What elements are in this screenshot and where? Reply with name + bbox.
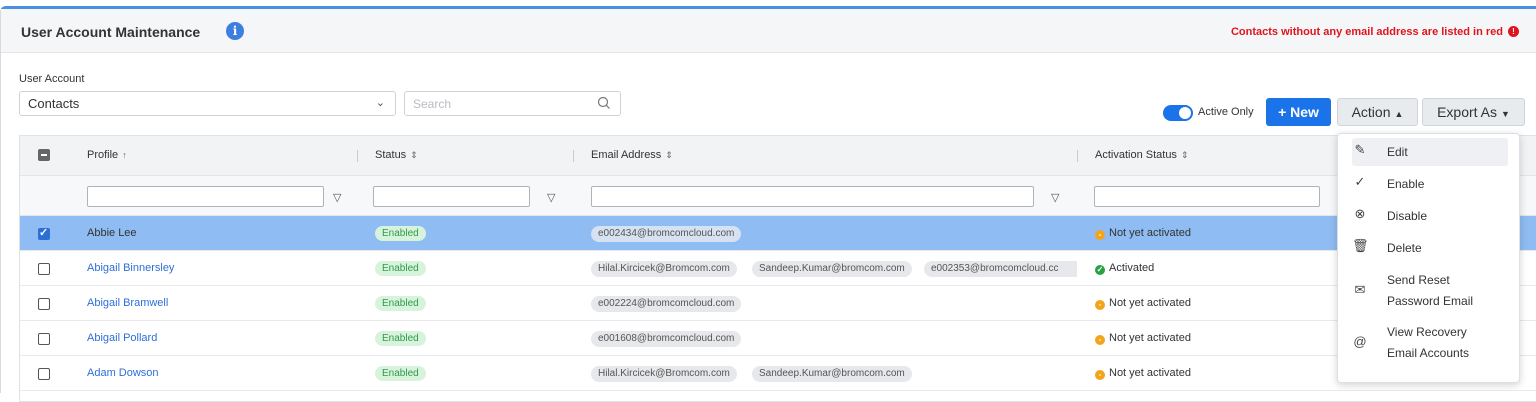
sort-icon: ⇕: [1180, 150, 1189, 160]
export-as-label: Export As: [1437, 104, 1497, 120]
action-button[interactable]: Action ▲: [1337, 98, 1418, 126]
chevron-up-icon: ▲: [1394, 109, 1404, 119]
profile-link[interactable]: Adam Dowson: [87, 367, 159, 379]
menu-item-enable[interactable]: ✓ Enable: [1352, 170, 1508, 198]
user-account-value: Contacts: [28, 96, 80, 111]
table-row[interactable]: Abigail Bramwell Enabled e002224@bromcom…: [20, 286, 1536, 321]
email-chip: Hilal.Kircicek@Bromcom.com: [591, 366, 737, 382]
profile-link[interactable]: Abigail Binnersley: [87, 262, 174, 274]
menu-item-disable[interactable]: ⊗ Disable: [1352, 202, 1508, 230]
main-panel: User Account Maintenance i Contacts with…: [0, 6, 1536, 402]
sort-icon: ⇕: [665, 150, 673, 160]
filter-icon[interactable]: ▽: [333, 191, 341, 204]
pending-icon: -: [1095, 300, 1105, 310]
row-checkbox[interactable]: [38, 368, 50, 380]
column-header-profile[interactable]: Profile ↑: [87, 149, 127, 161]
column-divider[interactable]: [357, 150, 358, 162]
column-header-status[interactable]: Status ⇕: [375, 149, 418, 161]
accounts-grid: Profile ↑ Status ⇕ Email Address ⇕ Activati…: [19, 135, 1536, 402]
status-filter-input[interactable]: [373, 186, 530, 207]
email-chip: Sandeep.Kumar@bromcom.com: [752, 366, 912, 382]
table-row[interactable]: Abigail Pollard Enabled e001608@bromcomc…: [20, 321, 1536, 356]
sort-icon: ⇕: [410, 150, 418, 160]
column-divider[interactable]: [1077, 150, 1078, 162]
export-as-button[interactable]: Export As ▼: [1422, 98, 1525, 126]
red-contacts-note: Contacts without any email address are l…: [1230, 26, 1503, 38]
column-divider[interactable]: [573, 150, 574, 162]
x-circle-icon: ⊗: [1354, 206, 1366, 221]
action-dropdown-menu: ✎ Edit ✓ Enable ⊗ Disable 🗑 Delete ✉ Sen…: [1337, 133, 1520, 383]
email-chip: Hilal.Kircicek@Bromcom.com: [591, 261, 737, 277]
status-badge: Enabled: [375, 366, 426, 381]
user-account-select[interactable]: Contacts ⌄: [19, 91, 396, 116]
action-button-label: Action: [1351, 104, 1391, 120]
at-icon: @: [1353, 334, 1367, 349]
page-title: User Account Maintenance: [21, 24, 201, 40]
table-row[interactable]: Abigail Binnersley Enabled Hilal.Kircice…: [20, 251, 1536, 286]
edit-icon: ✎: [1354, 142, 1366, 157]
menu-item-view-recovery-email-accounts[interactable]: @ View Recovery Email Accounts: [1352, 320, 1508, 366]
menu-item-send-reset-password-email[interactable]: ✉ Send Reset Password Email: [1352, 268, 1508, 314]
filter-icon[interactable]: ▽: [547, 191, 555, 204]
row-checkbox[interactable]: [38, 333, 50, 345]
grid-header: Profile ↑ Status ⇕ Email Address ⇕ Activati…: [20, 136, 1536, 176]
activation-status: ✓ Activated: [1095, 262, 1155, 275]
filter-row: ▽ ▽ ▽: [20, 176, 1536, 216]
email-chip: e002224@bromcomcloud.com: [591, 296, 742, 312]
email-reset-icon: ✉: [1354, 282, 1366, 297]
table-row[interactable]: Adam Dowson Enabled Hilal.Kircicek@Bromc…: [20, 356, 1536, 391]
column-header-activation[interactable]: Activation Status ⇕: [1095, 149, 1188, 161]
chevron-down-icon: ⌄: [375, 97, 385, 109]
status-badge: Enabled: [375, 296, 426, 311]
pending-icon: -: [1095, 370, 1105, 380]
alert-icon: !: [1508, 26, 1519, 37]
sort-asc-icon: ↑: [122, 150, 127, 160]
active-only-toggle[interactable]: [1163, 105, 1193, 121]
status-badge: Enabled: [375, 261, 426, 276]
profile-link[interactable]: Abbie Lee: [87, 227, 137, 239]
select-all-checkbox[interactable]: [38, 149, 50, 161]
search-box[interactable]: [404, 91, 621, 116]
column-header-email[interactable]: Email Address ⇕: [591, 149, 673, 161]
panel-header: User Account Maintenance i Contacts with…: [1, 9, 1536, 53]
pending-icon: -: [1095, 335, 1105, 345]
pending-icon: -: [1095, 230, 1105, 240]
activation-status: - Not yet activated: [1095, 332, 1191, 345]
activation-status: - Not yet activated: [1095, 227, 1191, 240]
row-checkbox[interactable]: [38, 298, 50, 310]
activation-filter-input[interactable]: [1094, 186, 1320, 207]
check-circle-icon: ✓: [1354, 174, 1366, 189]
email-chip: e002434@bromcomcloud.com: [591, 226, 742, 242]
profile-link[interactable]: Abigail Bramwell: [87, 297, 168, 309]
email-chip: Sandeep.Kumar@bromcom.com: [752, 261, 912, 277]
row-checkbox[interactable]: [38, 263, 50, 275]
email-filter-input[interactable]: [591, 186, 1034, 207]
menu-item-edit[interactable]: ✎ Edit: [1352, 138, 1508, 166]
table-row[interactable]: Abbie Lee Enabled e002434@bromcomcloud.c…: [20, 216, 1536, 251]
search-icon[interactable]: [596, 95, 612, 111]
status-badge: Enabled: [375, 331, 426, 346]
menu-item-delete[interactable]: 🗑 Delete: [1352, 234, 1508, 262]
row-checkbox[interactable]: [38, 226, 50, 240]
email-chip: e001608@bromcomcloud.com: [591, 331, 742, 347]
profile-link[interactable]: Abigail Pollard: [87, 332, 157, 344]
status-badge: Enabled: [375, 226, 426, 241]
active-only-label: Active Only: [1198, 106, 1254, 118]
trash-icon: 🗑: [1352, 238, 1369, 253]
chevron-down-icon: ▼: [1501, 109, 1510, 119]
email-chip: e002353@bromcomcloud.cc: [924, 261, 1077, 277]
info-circle-icon[interactable]: i: [226, 22, 244, 40]
profile-filter-input[interactable]: [87, 186, 324, 207]
filter-icon[interactable]: ▽: [1051, 191, 1059, 204]
user-account-label: User Account: [19, 73, 85, 85]
search-input[interactable]: [405, 92, 585, 115]
check-circle-icon: ✓: [1095, 265, 1105, 275]
activation-status: - Not yet activated: [1095, 297, 1191, 310]
activation-status: - Not yet activated: [1095, 367, 1191, 380]
new-button[interactable]: + New: [1266, 98, 1331, 126]
